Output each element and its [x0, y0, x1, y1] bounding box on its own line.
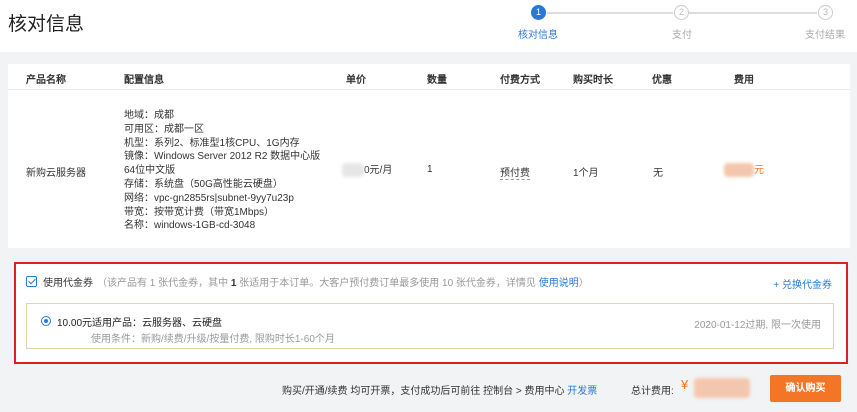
config-name: 名称：windows-1GB-cd-3048 [124, 220, 256, 232]
step-2-indicator: 2 [674, 5, 689, 20]
coupon-section: 使用代金券 （该产品有 1 张代金券，其中 1 张适用于本订单。大客户预付费订单最… [14, 262, 848, 364]
step-2-label: 支付 [672, 30, 692, 41]
step-connector [689, 12, 817, 14]
col-header-duration: 购买时长 [573, 75, 613, 86]
step-connector [547, 12, 673, 14]
use-coupon-checkbox[interactable] [26, 276, 37, 287]
order-table: 产品名称 配置信息 单价 数量 付费方式 购买时长 优惠 费用 新购云服务器 地… [8, 64, 850, 248]
col-header-quantity: 数量 [427, 75, 447, 86]
coupon-option[interactable]: 10.00元适用产品：云服务器、云硬盘 使用条件：新购/续费/升级/按量付费, … [26, 303, 834, 349]
coupon-name: 10.00元适用产品：云服务器、云硬盘 [57, 318, 223, 329]
currency-symbol: ¥ [681, 377, 689, 392]
product-name: 新购云服务器 [26, 168, 86, 179]
step-3-label: 支付结果 [805, 30, 845, 41]
config-instance: 机型：系列2、标准型1核CPU、1G内存 [124, 137, 300, 149]
total-label: 总计费用: [631, 386, 674, 397]
step-1-indicator: 1 [531, 5, 546, 20]
quantity: 1 [427, 164, 433, 175]
coupon-header: 使用代金券 （该产品有 1 张代金券，其中 1 张适用于本订单。大客户预付费订单最… [26, 274, 589, 290]
config-bandwidth: 带宽：按带宽计费（带宽1Mbps） [124, 206, 275, 218]
config-image: 镜像：Windows Server 2012 R2 数据中心版 [124, 151, 321, 163]
config-network: 网络：vpc-gn2855rs|subnet-9yy7u23p [124, 192, 294, 204]
coupon-description: （该产品有 1 张代金券，其中 1 张适用于本订单。大客户预付费订单最多使用 1… [97, 278, 589, 289]
exchange-coupon-link[interactable]: + 兑换代金券 [773, 276, 832, 291]
step-1-label: 核对信息 [518, 30, 558, 41]
config-image-cont: 64位中文版 [124, 165, 176, 177]
config-info: 地域：成都 可用区：成都一区 机型：系列2、标准型1核CPU、1G内存 镜像：W… [124, 109, 320, 233]
invoice-note: 购买/开通/续费 均可开票，支付成功后可前往 控制台 > 费用中心 开发票 [282, 386, 598, 397]
page-header: 核对信息 1 核对信息 2 支付 3 支付结果 [0, 0, 857, 52]
table-header: 产品名称 配置信息 单价 数量 付费方式 购买时长 优惠 费用 [8, 64, 850, 90]
confirm-purchase-button[interactable]: 确认购买 [770, 375, 841, 402]
progress-steps: 1 核对信息 2 支付 3 支付结果 [500, 4, 857, 48]
config-storage: 存储：系统盘（50G高性能云硬盘） [124, 178, 283, 190]
coupon-expiry: 2020-01-12过期, 限一次使用 [694, 320, 821, 331]
col-header-product: 产品名称 [26, 75, 66, 86]
pay-type[interactable]: 预付费 [500, 164, 530, 180]
use-coupon-label[interactable]: 使用代金券 [43, 278, 93, 289]
redacted-price [342, 163, 364, 178]
cost: 元 [724, 161, 764, 178]
step-3-indicator: 3 [818, 5, 833, 20]
col-header-discount: 优惠 [652, 75, 672, 86]
redacted-total [694, 378, 750, 398]
coupon-condition: 使用条件：新购/续费/升级/按量付费, 限购时长1-60个月 [91, 334, 335, 345]
col-header-config: 配置信息 [124, 75, 164, 86]
col-header-pay-type: 付费方式 [500, 75, 540, 86]
col-header-cost: 费用 [734, 75, 754, 86]
page-title: 核对信息 [8, 14, 85, 35]
duration: 1个月 [573, 168, 599, 179]
invoice-link[interactable]: 开发票 [567, 386, 597, 397]
usage-instructions-link[interactable]: 使用说明 [539, 278, 579, 289]
config-zone: 可用区：成都一区 [124, 123, 204, 135]
discount: 无 [653, 168, 663, 179]
redacted-cost [724, 163, 754, 178]
unit-price: 0元/月 [342, 161, 392, 178]
col-header-price: 单价 [346, 75, 366, 86]
coupon-radio[interactable] [41, 316, 51, 326]
config-region: 地域：成都 [124, 110, 174, 121]
